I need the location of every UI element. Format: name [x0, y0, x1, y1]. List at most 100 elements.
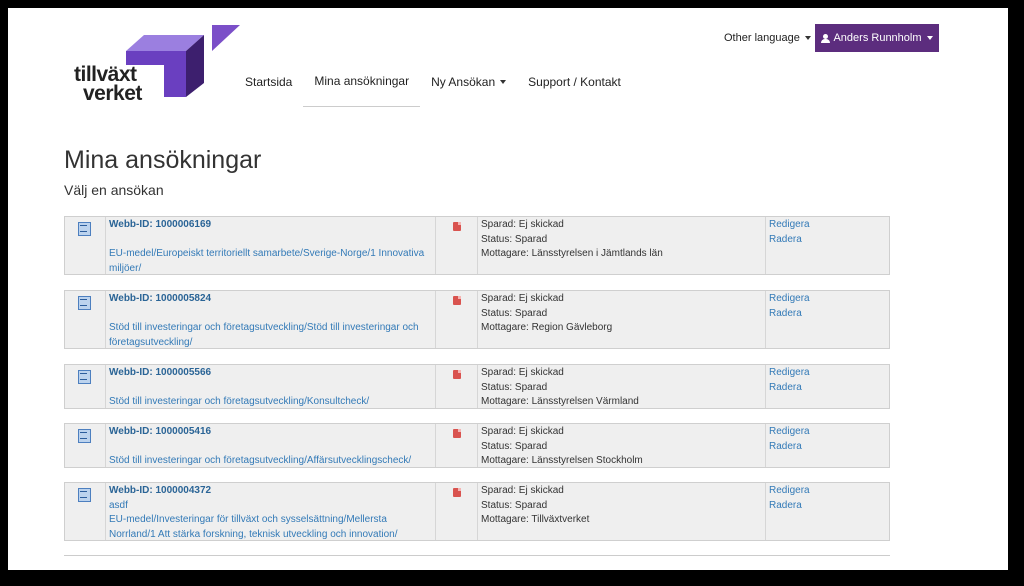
edit-link[interactable]: Redigera	[769, 292, 886, 307]
webb-id-link[interactable]: Webb-ID: 1000004372	[109, 484, 432, 499]
application-row: Webb-ID: 1000005566 Stöd till investerin…	[64, 364, 890, 409]
sparad-text: Sparad: Ej skickad	[481, 426, 564, 437]
application-row: Webb-ID: 1000004372 asdf EU-medel/Invest…	[64, 482, 890, 541]
application-description: Webb-ID: 1000006169 EU-medel/Europeiskt …	[106, 217, 436, 274]
webb-id-link[interactable]: Webb-ID: 1000005566	[109, 366, 432, 381]
page-subtitle: Välj en ansökan	[64, 182, 164, 198]
edit-link[interactable]: Redigera	[769, 218, 886, 233]
application-path-link[interactable]: Stöd till investeringar och företagsutve…	[109, 454, 432, 469]
document-icon[interactable]	[78, 222, 92, 236]
mottagare-text: Mottagare: Region Gävleborg	[481, 322, 613, 333]
edit-link[interactable]: Redigera	[769, 425, 886, 440]
application-description: Webb-ID: 1000004372 asdf EU-medel/Invest…	[106, 483, 436, 540]
application-actions: Redigera Radera	[766, 291, 889, 348]
application-path-link[interactable]: EU-medel/Investeringar för tillväxt och …	[109, 513, 432, 542]
pdf-icon[interactable]	[452, 488, 461, 497]
webb-id-link[interactable]: Webb-ID: 1000005416	[109, 425, 432, 440]
user-icon	[821, 33, 831, 43]
status-text: Status: Sparad	[481, 307, 548, 319]
user-name: Anders Runnholm	[833, 32, 922, 44]
chevron-down-icon	[500, 79, 507, 84]
delete-link[interactable]: Radera	[769, 307, 886, 322]
document-icon[interactable]	[78, 429, 92, 443]
application-status: Sparad: Ej skickad Status: Sparad Mottag…	[478, 365, 766, 408]
pdf-cell	[436, 424, 478, 467]
webb-id-link[interactable]: Webb-ID: 1000006169	[109, 218, 432, 233]
pdf-icon[interactable]	[452, 370, 461, 379]
application-icon-cell	[65, 483, 106, 540]
status-text: Status: Sparad	[481, 440, 548, 452]
pdf-cell	[436, 217, 478, 274]
language-dropdown[interactable]: Other language	[724, 32, 811, 44]
sparad-text: Sparad: Ej skickad	[481, 485, 564, 496]
nav-mina-ansokningar-label: Mina ansökningar	[314, 74, 410, 88]
delete-link[interactable]: Radera	[769, 499, 886, 514]
document-icon[interactable]	[78, 370, 92, 384]
nav-startsida-label: Startsida	[245, 74, 293, 89]
application-actions: Redigera Radera	[766, 365, 889, 408]
nav-mina-ansokningar[interactable]: Mina ansökningar	[303, 74, 421, 107]
delete-link[interactable]: Radera	[769, 440, 886, 455]
pdf-icon[interactable]	[452, 429, 461, 438]
sparad-text: Sparad: Ej skickad	[481, 219, 564, 230]
delete-link[interactable]: Radera	[769, 233, 886, 248]
logo-wordmark: tillväxt verket	[74, 64, 142, 105]
mottagare-text: Mottagare: Tillväxtverket	[481, 514, 590, 525]
status-text: Status: Sparad	[481, 499, 548, 511]
application-row: Webb-ID: 1000005824 Stöd till investerin…	[64, 290, 890, 349]
pdf-cell	[436, 291, 478, 348]
divider	[64, 555, 890, 556]
chevron-down-icon	[804, 36, 811, 40]
application-status: Sparad: Ej skickad Status: Sparad Mottag…	[478, 291, 766, 348]
application-actions: Redigera Radera	[766, 217, 889, 274]
application-description: Webb-ID: 1000005566 Stöd till investerin…	[106, 365, 436, 408]
application-actions: Redigera Radera	[766, 424, 889, 467]
edit-link[interactable]: Redigera	[769, 366, 886, 381]
user-menu-button[interactable]: Anders Runnholm	[815, 24, 939, 52]
mottagare-text: Mottagare: Länsstyrelsen Värmland	[481, 396, 639, 407]
nav-ny-ansokan-label: Ny Ansökan	[431, 74, 496, 89]
webb-id-link[interactable]: Webb-ID: 1000005824	[109, 292, 432, 307]
application-icon-cell	[65, 291, 106, 348]
pdf-icon[interactable]	[452, 296, 461, 305]
application-icon-cell	[65, 365, 106, 408]
chevron-down-icon	[926, 36, 933, 40]
app-window: tillväxt verket Startsida Mina ansökning…	[8, 8, 1008, 570]
pdf-cell	[436, 365, 478, 408]
application-status: Sparad: Ej skickad Status: Sparad Mottag…	[478, 424, 766, 467]
mottagare-text: Mottagare: Länsstyrelsen i Jämtlands län	[481, 248, 663, 259]
application-icon-cell	[65, 217, 106, 274]
edit-link[interactable]: Redigera	[769, 484, 886, 499]
nav-ny-ansokan[interactable]: Ny Ansökan	[420, 74, 517, 107]
logo-line-2: verket	[83, 82, 142, 105]
application-status: Sparad: Ej skickad Status: Sparad Mottag…	[478, 217, 766, 274]
status-text: Status: Sparad	[481, 381, 548, 393]
application-description: Webb-ID: 1000005824 Stöd till investerin…	[106, 291, 436, 348]
nav-support-kontakt-label: Support / Kontakt	[528, 74, 621, 89]
tillvaxtverket-logo[interactable]: tillväxt verket	[74, 23, 244, 113]
delete-link[interactable]: Radera	[769, 381, 886, 396]
mottagare-text: Mottagare: Länsstyrelsen Stockholm	[481, 455, 643, 466]
application-actions: Redigera Radera	[766, 483, 889, 540]
application-note: asdf	[109, 499, 128, 511]
nav-startsida[interactable]: Startsida	[234, 74, 303, 107]
page-title: Mina ansökningar	[64, 146, 262, 174]
document-icon[interactable]	[78, 296, 92, 310]
language-label: Other language	[724, 32, 800, 44]
sparad-text: Sparad: Ej skickad	[481, 367, 564, 378]
application-path-link[interactable]: Stöd till investeringar och företagsutve…	[109, 395, 432, 410]
application-path-link[interactable]: EU-medel/Europeiskt territoriellt samarb…	[109, 247, 432, 276]
pdf-cell	[436, 483, 478, 540]
application-icon-cell	[65, 424, 106, 467]
application-description: Webb-ID: 1000005416 Stöd till investerin…	[106, 424, 436, 467]
document-icon[interactable]	[78, 488, 92, 502]
sparad-text: Sparad: Ej skickad	[481, 293, 564, 304]
pdf-icon[interactable]	[452, 222, 461, 231]
application-path-link[interactable]: Stöd till investeringar och företagsutve…	[109, 321, 432, 350]
nav-support-kontakt[interactable]: Support / Kontakt	[517, 74, 632, 107]
application-status: Sparad: Ej skickad Status: Sparad Mottag…	[478, 483, 766, 540]
